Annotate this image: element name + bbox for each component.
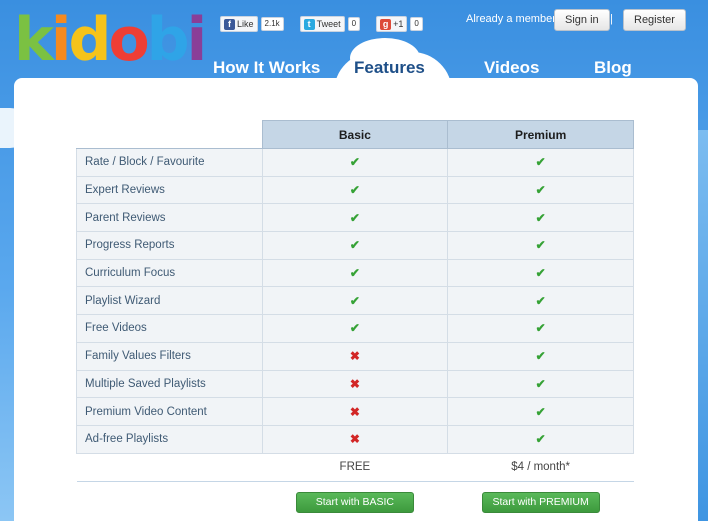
- table-row: Progress Reports ✔ ✔: [76, 231, 634, 260]
- check-icon: ✔: [349, 293, 360, 308]
- check-icon: ✔: [535, 183, 546, 198]
- check-icon: ✔: [349, 183, 360, 198]
- premium-price: $4 / month*: [447, 453, 634, 482]
- logo-letter: b: [146, 5, 190, 75]
- table-row: Family Values Filters ✖ ✔: [76, 341, 634, 371]
- logo-letter: k: [14, 5, 54, 75]
- share-count: 2.1k: [260, 17, 284, 31]
- feature-name: Premium Video Content: [76, 397, 263, 426]
- column-premium-header: Premium: [447, 120, 634, 149]
- table-row: Parent Reviews ✔ ✔: [76, 203, 634, 233]
- check-icon: ✔: [535, 266, 546, 281]
- feature-name: Playlist Wizard: [76, 286, 263, 316]
- feature-name: Curriculum Focus: [76, 258, 263, 288]
- table-row: Multiple Saved Playlists ✖ ✔: [76, 369, 634, 399]
- check-icon: ✔: [535, 238, 546, 253]
- twitter-share-button[interactable]: t Tweet 0: [299, 16, 361, 32]
- table-row: Free Videos ✔ ✔: [76, 314, 634, 343]
- table-row: Expert Reviews ✔ ✔: [76, 175, 634, 205]
- table-row: Ad-free Playlists ✖ ✔: [76, 424, 634, 454]
- share-label: Tweet: [316, 19, 341, 29]
- cross-icon: ✖: [349, 432, 360, 447]
- share-label: +1: [393, 19, 404, 29]
- social-share-bar: f Like 2.1k t Tweet 0 g +1 0: [220, 16, 423, 32]
- cross-icon: ✖: [349, 404, 360, 419]
- table-row: Curriculum Focus ✔ ✔: [76, 258, 634, 288]
- share-count: 0: [410, 17, 423, 31]
- feature-name: Progress Reports: [76, 231, 263, 260]
- logo-letter: i: [50, 5, 72, 75]
- table-corner: [76, 120, 263, 149]
- kidobi-logo[interactable]: kidobi: [14, 5, 208, 75]
- basic-price: FREE: [262, 453, 448, 482]
- twitter-icon: t: [303, 18, 315, 30]
- table-row: Premium Video Content ✖ ✔: [76, 397, 634, 426]
- feature-name: Multiple Saved Playlists: [76, 369, 263, 399]
- features-comparison-table: Basic Premium Rate / Block / Favourite ✔ ✔…: [76, 120, 634, 518]
- feature-name: Parent Reviews: [76, 203, 263, 233]
- feature-name: Rate / Block / Favourite: [76, 148, 263, 177]
- cross-icon: ✖: [349, 349, 360, 364]
- check-icon: ✔: [349, 155, 360, 170]
- table-row: Playlist Wizard ✔ ✔: [76, 286, 634, 316]
- logo-letter: d: [68, 5, 111, 75]
- check-icon: ✔: [535, 349, 546, 364]
- nav-blog[interactable]: Blog: [594, 58, 632, 78]
- facebook-share-button[interactable]: f Like 2.1k: [220, 16, 284, 32]
- feature-name: Ad-free Playlists: [76, 424, 263, 454]
- nav-features[interactable]: Features: [354, 58, 425, 78]
- share-label: Like: [237, 19, 254, 29]
- nav-how-it-works[interactable]: How It Works: [213, 58, 320, 78]
- feature-name: Free Videos: [76, 314, 263, 343]
- register-button[interactable]: Register: [623, 9, 686, 31]
- check-icon: ✔: [535, 432, 546, 447]
- logo-letter: i: [186, 5, 208, 75]
- check-icon: ✔: [349, 238, 360, 253]
- logo-letter: o: [108, 5, 149, 75]
- check-icon: ✔: [349, 210, 360, 225]
- header-separator: |: [610, 13, 613, 25]
- check-icon: ✔: [535, 404, 546, 419]
- sign-in-button[interactable]: Sign in: [554, 9, 610, 31]
- check-icon: ✔: [535, 376, 546, 391]
- check-icon: ✔: [349, 266, 360, 281]
- google-plus-share-button[interactable]: g +1 0: [376, 16, 423, 32]
- nav-videos[interactable]: Videos: [484, 58, 539, 78]
- table-row: Rate / Block / Favourite ✔ ✔: [76, 148, 634, 177]
- feature-name: Family Values Filters: [76, 341, 263, 371]
- check-icon: ✔: [535, 293, 546, 308]
- share-count: 0: [347, 17, 361, 31]
- cross-icon: ✖: [349, 376, 360, 391]
- check-icon: ✔: [349, 321, 360, 336]
- check-icon: ✔: [535, 155, 546, 170]
- google-plus-icon: g: [380, 18, 392, 30]
- start-premium-button[interactable]: Start with PREMIUM: [481, 491, 600, 513]
- start-basic-button[interactable]: Start with BASIC: [295, 491, 414, 513]
- feature-name: Expert Reviews: [76, 175, 263, 205]
- features-panel: Basic Premium Rate / Block / Favourite ✔ ✔…: [14, 78, 698, 521]
- member-prompt: Already a member?: [466, 13, 562, 25]
- check-icon: ✔: [535, 321, 546, 336]
- column-basic-header: Basic: [261, 120, 449, 149]
- check-icon: ✔: [535, 210, 546, 225]
- facebook-icon: f: [224, 18, 235, 30]
